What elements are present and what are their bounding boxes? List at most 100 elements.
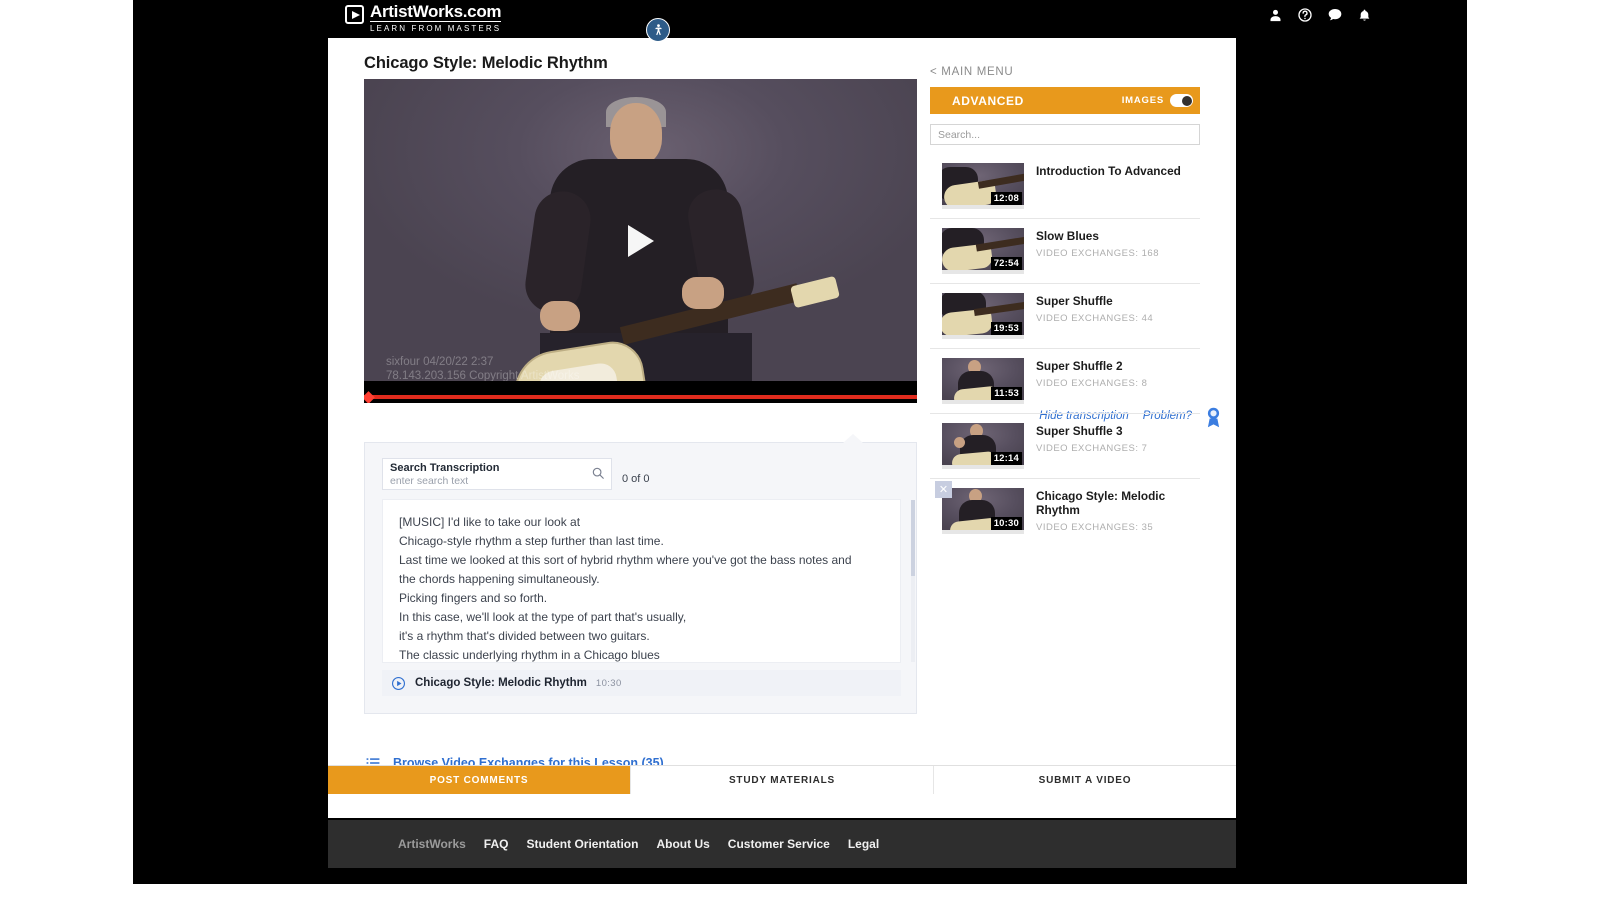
transcription-search-input[interactable]: Search Transcription enter search text	[382, 458, 612, 490]
lesson-duration: 19:53	[990, 322, 1022, 335]
video-figure-head	[610, 103, 662, 165]
footer-link-faq[interactable]: FAQ	[484, 837, 509, 851]
tab-post-comments[interactable]: POST COMMENTS	[328, 766, 631, 794]
top-header-bar: ArtistWorks.com LEARN FROM MASTERS	[133, 0, 1467, 42]
transcription-search-row: Search Transcription enter search text 0…	[382, 458, 650, 490]
lesson-title: Super Shuffle	[1036, 294, 1113, 308]
transcription-line: it's a rhythm that's divided between two…	[399, 629, 650, 643]
accessibility-icon[interactable]	[646, 18, 670, 42]
level-header: ADVANCED IMAGES	[930, 87, 1200, 114]
transcription-footer-title: Chicago Style: Melodic Rhythm	[415, 677, 587, 689]
list-item[interactable]: 11:53 Super Shuffle 2 VIDEO EXCHANGES: 8	[930, 348, 1200, 413]
level-label: ADVANCED	[952, 93, 1024, 108]
list-item[interactable]: 12:14 Super Shuffle 3 VIDEO EXCHANGES: 7	[930, 413, 1200, 478]
logo-tagline: LEARN FROM MASTERS	[370, 24, 502, 33]
lesson-title: Super Shuffle 2	[1036, 359, 1123, 373]
header-icon-group	[1268, 7, 1372, 23]
lesson-sidebar: < MAIN MENU ADVANCED IMAGES Search... 12…	[930, 66, 1200, 543]
transcription-panel: ✕ Search Transcription enter search text…	[364, 434, 952, 714]
video-progress-bar[interactable]	[364, 395, 917, 399]
thumbnail-progress-bar	[942, 335, 1024, 339]
lesson-duration: 12:08	[990, 192, 1022, 205]
transcription-line: Last time we looked at this sort of hybr…	[399, 553, 852, 567]
toggle-switch-icon[interactable]	[1170, 94, 1193, 107]
sidebar-search-placeholder: Search...	[938, 128, 981, 141]
lesson-thumbnail: 19:53	[942, 293, 1024, 339]
lesson-title: Super Shuffle 3	[1036, 424, 1123, 438]
transcription-line: The classic underlying rhythm in a Chica…	[399, 648, 660, 662]
transcription-footer-time: 10:30	[595, 677, 622, 689]
transcription-line: [MUSIC] I'd like to take our look at	[399, 515, 581, 529]
play-circle-icon[interactable]	[391, 676, 406, 691]
lesson-thumbnail: 12:08	[942, 163, 1024, 209]
lesson-thumbnail: 10:30	[942, 488, 1024, 534]
footer-link-customer-service[interactable]: Customer Service	[728, 837, 830, 851]
lesson-exchanges: VIDEO EXCHANGES: 8	[1036, 378, 1148, 389]
lesson-title: Slow Blues	[1036, 229, 1099, 243]
close-icon[interactable]: ✕	[935, 481, 952, 498]
lesson-thumbnail: 12:14	[942, 423, 1024, 469]
video-figure-right-hand	[682, 277, 724, 309]
list-item[interactable]: 72:54 Slow Blues VIDEO EXCHANGES: 168	[930, 218, 1200, 283]
lesson-title: Chicago Style: Melodic Rhythm	[1036, 489, 1166, 517]
search-icon[interactable]	[591, 466, 605, 485]
award-badge-icon[interactable]	[1205, 407, 1222, 433]
lesson-thumbnail: 11:53	[942, 358, 1024, 404]
lesson-title: Introduction To Advanced	[1036, 164, 1181, 178]
site-footer: ArtistWorks FAQ Student Orientation Abou…	[328, 820, 1236, 868]
lesson-tabs: POST COMMENTS STUDY MATERIALS SUBMIT A V…	[328, 765, 1236, 794]
thumbnail-progress-bar	[942, 270, 1024, 274]
tab-submit-a-video[interactable]: SUBMIT A VIDEO	[934, 766, 1236, 794]
list-item[interactable]: 12:08 Introduction To Advanced	[930, 154, 1200, 218]
lesson-list: 12:08 Introduction To Advanced 72:54 Slo…	[930, 154, 1200, 543]
lesson-duration: 10:30	[990, 517, 1022, 530]
lesson-thumbnail: 72:54	[942, 228, 1024, 274]
list-item[interactable]: 19:53 Super Shuffle VIDEO EXCHANGES: 44	[930, 283, 1200, 348]
transcription-line: In this case, we'll look at the type of …	[399, 610, 687, 624]
thumbnail-progress-bar	[942, 205, 1024, 209]
transcription-text[interactable]: [MUSIC] I'd like to take our look at Chi…	[382, 499, 901, 663]
lesson-duration: 12:14	[990, 452, 1022, 465]
page-title: Chicago Style: Melodic Rhythm	[364, 54, 608, 72]
transcription-line: Chicago-style rhythm a step further than…	[399, 534, 664, 548]
footer-link-student-orientation[interactable]: Student Orientation	[526, 837, 638, 851]
notifications-icon[interactable]	[1357, 8, 1372, 23]
thumbnail-progress-bar	[942, 465, 1024, 469]
transcription-search-placeholder: enter search text	[390, 475, 469, 487]
lesson-exchanges: VIDEO EXCHANGES: 35	[1036, 522, 1154, 533]
images-toggle-label: IMAGES	[1121, 95, 1164, 106]
list-item[interactable]: 10:30 Chicago Style: Melodic Rhythm VIDE…	[930, 478, 1200, 543]
sidebar-search-input[interactable]: Search...	[930, 124, 1200, 145]
page-root: ArtistWorks.com LEARN FROM MASTERS Chica…	[0, 0, 1600, 900]
account-icon[interactable]	[1268, 8, 1283, 23]
lesson-duration: 11:53	[991, 387, 1022, 400]
transcription-footer[interactable]: Chicago Style: Melodic Rhythm 10:30	[382, 670, 901, 696]
main-menu-link[interactable]: < MAIN MENU	[930, 66, 1200, 78]
video-controls-bar[interactable]	[364, 381, 917, 403]
transcription-line: the chords happening simultaneously.	[399, 572, 600, 586]
transcription-search-label: Search Transcription	[390, 462, 500, 474]
messages-icon[interactable]	[1327, 7, 1343, 23]
logo-name: ArtistWorks.com	[370, 2, 502, 22]
footer-brand: ArtistWorks	[398, 837, 466, 851]
lesson-exchanges: VIDEO EXCHANGES: 44	[1036, 313, 1154, 324]
footer-link-about-us[interactable]: About Us	[656, 837, 709, 851]
transcription-line: Picking fingers and so forth.	[399, 591, 548, 605]
transcription-match-count: 0 of 0	[622, 473, 650, 485]
images-toggle[interactable]: IMAGES	[1122, 94, 1193, 107]
play-icon[interactable]	[627, 225, 654, 257]
lesson-exchanges: VIDEO EXCHANGES: 7	[1036, 443, 1148, 454]
video-player[interactable]: sixfour 04/20/22 2:37 78.143.203.156 Cop…	[364, 79, 917, 403]
transcription-scrollbar[interactable]	[911, 500, 915, 662]
lesson-duration: 72:54	[990, 257, 1022, 270]
thumbnail-progress-bar	[942, 530, 1024, 534]
help-icon[interactable]	[1297, 7, 1313, 23]
thumbnail-progress-bar	[942, 400, 1024, 404]
tab-study-materials[interactable]: STUDY MATERIALS	[631, 766, 934, 794]
video-progress-handle[interactable]	[364, 391, 375, 403]
play-logo-icon	[345, 5, 364, 24]
artistworks-logo[interactable]: ArtistWorks.com LEARN FROM MASTERS	[345, 2, 502, 33]
lesson-exchanges: VIDEO EXCHANGES: 168	[1036, 248, 1159, 259]
footer-link-legal[interactable]: Legal	[848, 837, 879, 851]
video-figure-left-hand	[540, 301, 580, 331]
